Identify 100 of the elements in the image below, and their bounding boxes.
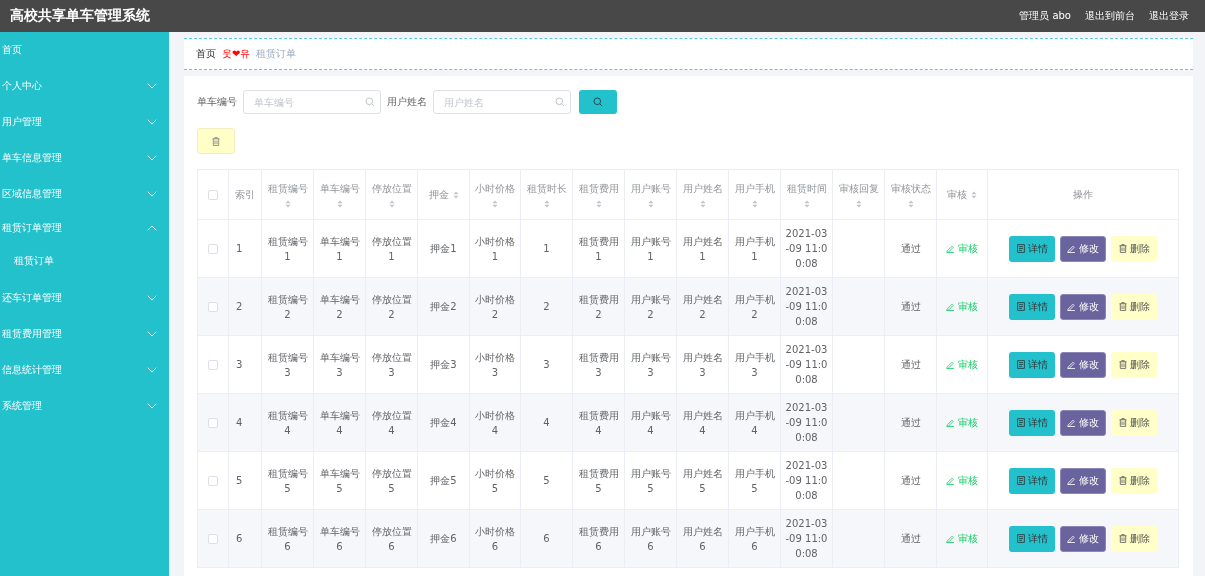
sidebar-item[interactable]: 个人中心 <box>2 79 42 93</box>
table-cell: 2 <box>236 301 243 312</box>
table-cell-text: 6 <box>542 532 551 546</box>
sidebar-item[interactable]: 还车订单管理 <box>2 291 62 305</box>
checkbox[interactable] <box>208 302 218 312</box>
edit-button[interactable]: 修改 <box>1060 293 1106 320</box>
sidebar-item[interactable]: 租赁订单管理 <box>2 221 62 235</box>
table-cell-text: 用户手机4 <box>733 408 776 438</box>
delete-button[interactable]: 删除 <box>1111 293 1157 320</box>
table-cell-text: 用户姓名4 <box>681 408 724 438</box>
table-cell-text: 租赁编号6 <box>266 524 309 554</box>
table-cell-text: 小时价格1 <box>474 234 516 264</box>
sort-icon[interactable] <box>647 199 654 208</box>
table-cell-text: 2 <box>542 300 551 314</box>
table-cell-text: 单车编号4 <box>318 408 361 438</box>
sort-icon[interactable] <box>543 199 550 208</box>
document-icon <box>1016 244 1025 253</box>
document-icon <box>1016 360 1025 369</box>
trash-icon <box>1118 418 1127 427</box>
sort-icon[interactable] <box>452 190 459 199</box>
column-header[interactable]: 审核 <box>947 187 967 202</box>
column-header[interactable]: 押金 <box>428 187 449 202</box>
table-cell-text: 停放位置5 <box>370 466 413 496</box>
table-cell: 4 <box>236 417 243 428</box>
column-header: 操作 <box>1073 188 1093 200</box>
sort-icon[interactable] <box>284 199 291 208</box>
sort-icon[interactable] <box>336 199 343 208</box>
delete-button[interactable] <box>197 128 235 154</box>
delete-button[interactable]: 删除 <box>1111 525 1157 552</box>
checkbox[interactable] <box>208 534 218 544</box>
sort-icon[interactable] <box>388 199 395 208</box>
sort-icon[interactable] <box>699 199 706 208</box>
sidebar-subitem[interactable]: 租赁订单 <box>14 254 54 268</box>
audit-link[interactable]: 审核 <box>946 530 978 546</box>
sidebar-item[interactable]: 区域信息管理 <box>2 187 62 201</box>
table-cell-text: 4 <box>542 416 551 430</box>
detail-button[interactable]: 详情 <box>1009 525 1055 552</box>
audit-link[interactable]: 审核 <box>946 298 978 314</box>
edit-button[interactable]: 修改 <box>1060 525 1106 552</box>
sort-icon[interactable] <box>751 199 758 208</box>
sort-icon[interactable] <box>595 199 602 208</box>
audit-link[interactable]: 审核 <box>946 414 978 430</box>
search-button[interactable] <box>579 90 617 114</box>
sort-icon[interactable] <box>803 199 810 208</box>
sidebar-item[interactable]: 信息统计管理 <box>2 363 62 377</box>
delete-button[interactable]: 删除 <box>1111 409 1157 436</box>
sidebar-item[interactable]: 租赁费用管理 <box>2 327 62 341</box>
pencil-icon <box>946 533 955 543</box>
table-cell-text: 用户账号2 <box>629 292 672 322</box>
sidebar-item[interactable]: 首页 <box>2 43 22 57</box>
audit-link[interactable]: 审核 <box>946 240 978 256</box>
edit-button[interactable]: 修改 <box>1060 467 1106 494</box>
table-cell-text: 租赁费用2 <box>577 292 620 322</box>
detail-button[interactable]: 详情 <box>1009 467 1055 494</box>
breadcrumb-link[interactable]: 首页 <box>196 47 216 61</box>
table-cell-text: 停放位置2 <box>370 292 413 322</box>
table-cell-text: 2021-03-09 11:00:08 <box>784 343 829 387</box>
detail-button[interactable]: 详情 <box>1009 409 1055 436</box>
table-cell-text: 租赁费用4 <box>577 408 620 438</box>
header-link[interactable]: 退出登录 <box>1149 9 1189 23</box>
checkbox[interactable] <box>208 244 218 254</box>
sort-icon[interactable] <box>907 199 914 208</box>
detail-button[interactable]: 详情 <box>1009 293 1055 320</box>
pencil-icon <box>1067 360 1076 369</box>
checkbox[interactable] <box>208 360 218 370</box>
table-cell: 6 <box>236 533 243 544</box>
sidebar-item[interactable]: 单车信息管理 <box>2 151 62 165</box>
checkbox[interactable] <box>208 476 218 486</box>
sidebar-item[interactable]: 用户管理 <box>2 115 42 129</box>
audit-link[interactable]: 审核 <box>946 472 978 488</box>
table-cell: 5 <box>236 475 243 486</box>
checkbox[interactable] <box>208 190 218 200</box>
delete-button[interactable]: 删除 <box>1111 467 1157 494</box>
checkbox[interactable] <box>208 418 218 428</box>
edit-button[interactable]: 修改 <box>1060 409 1106 436</box>
sort-icon[interactable] <box>492 199 498 208</box>
audit-link[interactable]: 审核 <box>946 356 978 372</box>
app-title: 高校共享单车管理系统 <box>10 7 150 25</box>
detail-button[interactable]: 详情 <box>1009 351 1055 378</box>
table-cell-text: 3 <box>542 358 551 372</box>
column-header: 索引 <box>235 188 255 200</box>
header-link[interactable]: 退出到前台 <box>1085 9 1135 23</box>
pencil-icon <box>946 301 955 311</box>
table-cell-text: 停放位置1 <box>370 234 413 264</box>
sidebar-item[interactable]: 系统管理 <box>2 399 42 413</box>
detail-button[interactable]: 详情 <box>1009 235 1055 262</box>
pencil-icon <box>1067 244 1076 253</box>
table-cell-text: 用户手机3 <box>733 350 776 380</box>
trash-icon <box>1118 302 1127 311</box>
field-label: 单车编号 <box>197 95 237 109</box>
sort-icon[interactable] <box>855 199 862 208</box>
edit-button[interactable]: 修改 <box>1060 351 1106 378</box>
table-cell-text: 2021-03-09 11:00:08 <box>784 459 829 503</box>
edit-button[interactable]: 修改 <box>1060 235 1106 262</box>
document-icon <box>1016 534 1025 543</box>
table-cell-text: 租赁编号2 <box>266 292 309 322</box>
delete-button[interactable]: 删除 <box>1111 351 1157 378</box>
table-cell-text: 用户姓名1 <box>681 234 724 264</box>
delete-button[interactable]: 删除 <box>1111 235 1157 262</box>
sort-icon[interactable] <box>971 190 977 199</box>
